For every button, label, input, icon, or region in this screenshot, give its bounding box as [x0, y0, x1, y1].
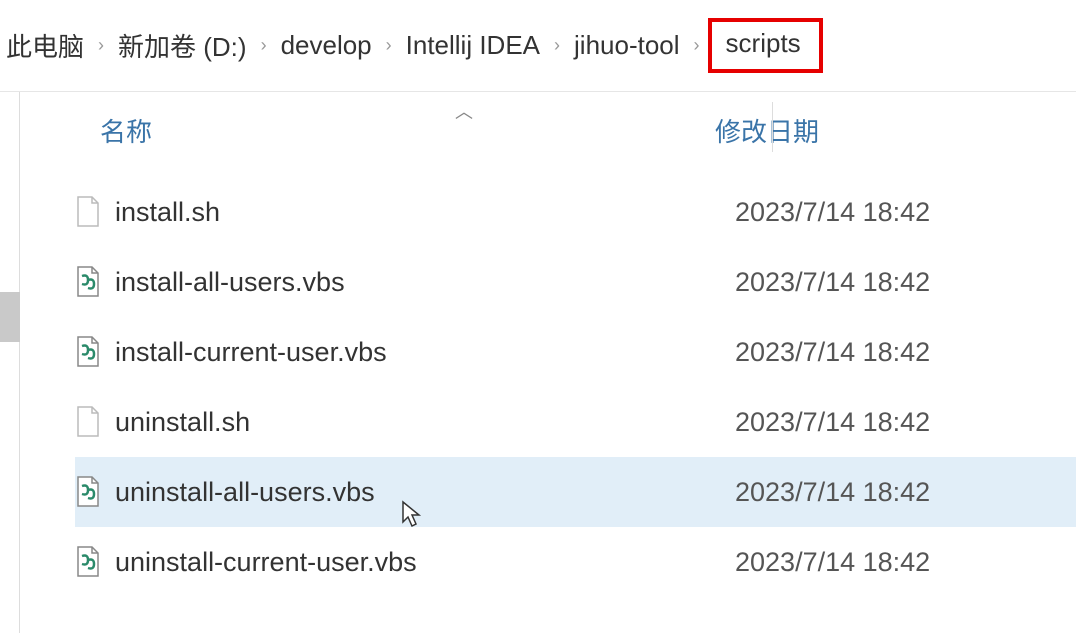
file-row[interactable]: uninstall-current-user.vbs 2023/7/14 18:… [75, 527, 1076, 597]
file-row[interactable]: install-all-users.vbs 2023/7/14 18:42 [75, 247, 1076, 317]
file-row[interactable]: install.sh 2023/7/14 18:42 [75, 177, 1076, 247]
sidebar [0, 92, 20, 633]
vbs-file-icon [75, 336, 101, 368]
chevron-right-icon: › [253, 35, 275, 56]
chevron-right-icon: › [686, 35, 708, 56]
sidebar-scroll-indicator[interactable] [0, 292, 20, 342]
file-name: install-current-user.vbs [115, 337, 387, 368]
file-name: uninstall.sh [115, 407, 250, 438]
vbs-file-icon [75, 266, 101, 298]
file-name-cell: install.sh [75, 196, 715, 228]
file-name-cell: uninstall.sh [75, 406, 715, 438]
file-icon [75, 196, 101, 228]
file-date: 2023/7/14 18:42 [715, 337, 1076, 368]
file-name-cell: install-all-users.vbs [75, 266, 715, 298]
chevron-right-icon: › [90, 35, 112, 56]
file-date: 2023/7/14 18:42 [715, 267, 1076, 298]
file-date: 2023/7/14 18:42 [715, 477, 1076, 508]
file-name-cell: install-current-user.vbs [75, 336, 715, 368]
file-date: 2023/7/14 18:42 [715, 547, 1076, 578]
breadcrumb: 此电脑 › 新加卷 (D:) › develop › Intellij IDEA… [0, 0, 1076, 92]
chevron-right-icon: › [378, 35, 400, 56]
column-divider[interactable] [772, 102, 773, 152]
vbs-file-icon [75, 476, 101, 508]
chevron-right-icon: › [546, 35, 568, 56]
file-date: 2023/7/14 18:42 [715, 407, 1076, 438]
file-icon [75, 406, 101, 438]
file-row[interactable]: uninstall.sh 2023/7/14 18:42 [75, 387, 1076, 457]
breadcrumb-item-develop[interactable]: develop [275, 28, 378, 63]
sort-arrow-icon: ︿ [455, 98, 473, 124]
file-name: uninstall-current-user.vbs [115, 547, 417, 578]
content-area: 名称 ︿ 修改日期 install.sh 2023/7/14 18:42 ins… [0, 92, 1076, 633]
breadcrumb-item-scripts-highlighted[interactable]: scripts [708, 18, 823, 73]
breadcrumb-item-label: scripts [726, 28, 801, 58]
column-header-row: 名称 ︿ 修改日期 [75, 92, 1076, 177]
breadcrumb-item-intellij[interactable]: Intellij IDEA [400, 28, 546, 63]
file-name: install.sh [115, 197, 220, 228]
breadcrumb-item-jihuo[interactable]: jihuo-tool [568, 28, 686, 63]
breadcrumb-item-drive[interactable]: 新加卷 (D:) [112, 25, 253, 66]
file-row[interactable]: uninstall-all-users.vbs 2023/7/14 18:42 [75, 457, 1076, 527]
vbs-file-icon [75, 546, 101, 578]
breadcrumb-item-thispc[interactable]: 此电脑 [0, 25, 90, 66]
file-name: uninstall-all-users.vbs [115, 477, 375, 508]
column-header-name[interactable]: 名称 [75, 112, 695, 149]
file-name-cell: uninstall-all-users.vbs [75, 476, 715, 508]
file-name: install-all-users.vbs [115, 267, 345, 298]
file-date: 2023/7/14 18:42 [715, 197, 1076, 228]
column-header-date[interactable]: 修改日期 [695, 112, 1076, 149]
file-list: 名称 ︿ 修改日期 install.sh 2023/7/14 18:42 ins… [20, 92, 1076, 633]
file-row[interactable]: install-current-user.vbs 2023/7/14 18:42 [75, 317, 1076, 387]
file-name-cell: uninstall-current-user.vbs [75, 546, 715, 578]
